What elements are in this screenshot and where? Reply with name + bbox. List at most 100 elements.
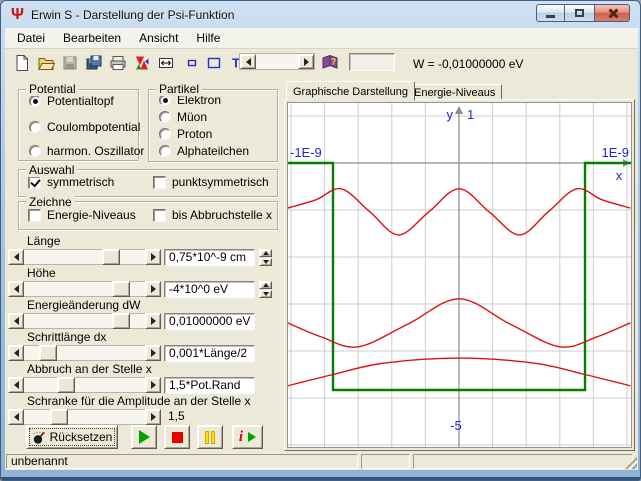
spinner-down-icon[interactable] (259, 290, 272, 298)
laenge-slider[interactable] (8, 249, 161, 265)
stop-button[interactable] (164, 425, 190, 449)
pause-icon (205, 431, 209, 444)
status-filename: unbenannt (6, 454, 358, 469)
menu-datei[interactable]: Datei (8, 28, 54, 48)
toolbar-edit-box[interactable] (349, 53, 395, 71)
close-icon (607, 8, 618, 19)
spinner-down-icon[interactable] (259, 258, 272, 266)
new-document-button[interactable] (11, 52, 33, 74)
menu-bearbeiten[interactable]: Bearbeiten (54, 28, 130, 48)
radio-coulombpotential[interactable]: Coulombpotential (29, 120, 140, 134)
radio-label: Alphateilchen (177, 144, 249, 158)
checkbox-box-icon (153, 209, 166, 222)
menu-hilfe[interactable]: Hilfe (187, 28, 229, 48)
radio-circle-icon (29, 95, 41, 107)
save-all-button[interactable] (83, 52, 105, 74)
slider-right-arrow-icon[interactable] (145, 377, 161, 393)
print-button[interactable] (107, 52, 129, 74)
checkbox-bis-abbruchstelle[interactable]: bis Abbruchstelle x (153, 208, 272, 222)
radio-potentialtopf[interactable]: Potentialtopf (29, 94, 114, 108)
partikel-group-title: Partikel (156, 82, 202, 96)
fit-width-button[interactable] (155, 52, 177, 74)
slider-thumb[interactable] (112, 281, 130, 297)
minimize-button[interactable] (536, 4, 565, 22)
toolbar-scrollbar[interactable] (239, 53, 315, 70)
save-button[interactable] (59, 52, 81, 74)
close-button[interactable] (594, 4, 630, 22)
spinner-up-icon[interactable] (259, 281, 272, 289)
app-psi-icon: Ψ (11, 7, 24, 23)
help-book-button[interactable]: ? (319, 52, 341, 74)
slider-thumb[interactable] (112, 313, 130, 329)
radio-label: Müon (177, 110, 207, 124)
zeichne-group-title: Zeichne (26, 195, 75, 209)
abbruch-slider[interactable] (8, 377, 161, 393)
schranke-value[interactable]: 1,5 (164, 409, 255, 426)
play-button[interactable] (131, 425, 157, 449)
x-axis-label: x (616, 168, 623, 183)
slider-left-arrow-icon[interactable] (8, 345, 24, 361)
schranke-slider[interactable] (8, 409, 161, 425)
dw-value[interactable]: 0,01000000 eV (164, 313, 255, 330)
tab-energie-niveaus[interactable]: Energie-Niveaus (407, 84, 502, 100)
slider-right-arrow-icon[interactable] (145, 249, 161, 265)
status-panel-2 (361, 454, 410, 469)
dx-slider[interactable] (8, 345, 161, 361)
chart-svg: y1-1E-91E-9x-5 (288, 103, 631, 447)
slider-left-arrow-icon[interactable] (8, 409, 24, 425)
hoehe-value[interactable]: -4*10^0 eV (164, 281, 255, 298)
slider-left-arrow-icon[interactable] (8, 313, 24, 329)
abbruch-value[interactable]: 1,5*Pot.Rand (164, 377, 255, 394)
slider-left-arrow-icon[interactable] (8, 281, 24, 297)
slider-thumb[interactable] (39, 345, 57, 361)
radio-harmon-oszillator[interactable]: harmon. Oszillator (29, 144, 144, 158)
small-frame-button[interactable] (181, 52, 203, 74)
radio-muon[interactable]: Müon (159, 110, 207, 124)
laenge-spinner[interactable] (259, 249, 272, 266)
step-button[interactable]: i (232, 425, 263, 449)
slider-right-arrow-icon[interactable] (145, 281, 161, 297)
menu-ansicht[interactable]: Ansicht (130, 28, 187, 48)
x-max-label: 1E-9 (602, 145, 629, 160)
maximize-icon (575, 9, 584, 17)
reset-button[interactable]: Rücksetzen (26, 425, 118, 449)
hoehe-spinner[interactable] (259, 281, 272, 298)
slider-left-arrow-icon[interactable] (8, 377, 24, 393)
slider-right-arrow-icon[interactable] (145, 409, 161, 425)
laenge-value[interactable]: 0,75*10^-9 cm (164, 249, 255, 266)
radio-label: Coulombpotential (47, 120, 140, 134)
slider-right-arrow-icon[interactable] (145, 345, 161, 361)
slider-thumb[interactable] (50, 409, 68, 425)
pause-button[interactable] (197, 425, 223, 449)
toolbar: T ? W = -0,01000000 eV (5, 49, 638, 78)
copy-view-button[interactable] (131, 52, 153, 74)
tab-graphische-darstellung[interactable]: Graphische Darstellung (286, 81, 415, 101)
spinner-up-icon[interactable] (259, 249, 272, 257)
hoehe-slider[interactable] (8, 281, 161, 297)
slider-right-arrow-icon[interactable] (145, 313, 161, 329)
tab-label: Energie-Niveaus (414, 87, 495, 99)
checkbox-energie-niveaus[interactable]: Energie-Niveaus (28, 208, 136, 222)
large-frame-button[interactable] (203, 52, 225, 74)
radio-alphateilchen[interactable]: Alphateilchen (159, 144, 249, 158)
psi-plot: y1-1E-91E-9x-5 (287, 102, 632, 448)
open-file-button[interactable] (35, 52, 57, 74)
slider-left-arrow-icon[interactable] (8, 249, 24, 265)
help-book-icon: ? (320, 54, 340, 72)
slider-thumb[interactable] (57, 377, 75, 393)
radio-circle-icon (159, 111, 171, 123)
dw-slider[interactable] (8, 313, 161, 329)
checkbox-punktsymmetrisch[interactable]: punktsymmetrisch (153, 175, 269, 189)
window-title: Erwin S - Darstellung der Psi-Funktion (31, 8, 234, 22)
dx-value[interactable]: 0,001*Länge/2 (164, 345, 255, 362)
abbruch-label: Abbruch an der Stelle x (27, 362, 152, 376)
checkbox-label: bis Abbruchstelle x (172, 208, 272, 222)
scroll-left-icon[interactable] (240, 54, 256, 69)
save-icon (61, 54, 79, 72)
small-frame-icon (183, 54, 201, 72)
scroll-right-icon[interactable] (298, 54, 314, 69)
slider-thumb[interactable] (102, 249, 120, 265)
maximize-button[interactable] (565, 4, 594, 22)
checkbox-symmetrisch[interactable]: symmetrisch (28, 175, 114, 189)
radio-proton[interactable]: Proton (159, 127, 212, 141)
